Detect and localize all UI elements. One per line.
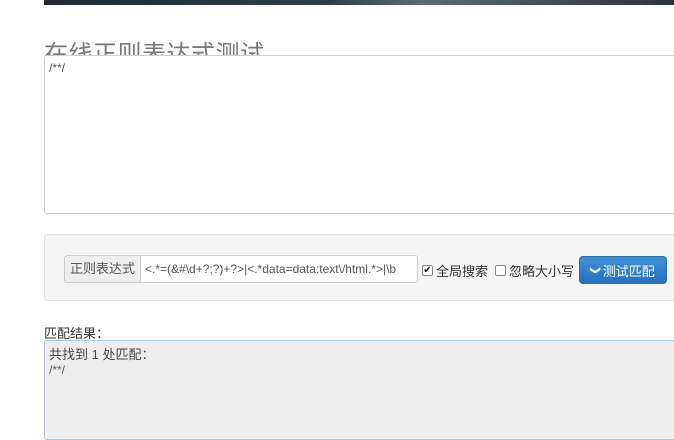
global-search-label: 全局搜索: [436, 264, 489, 279]
match-result-line: /**/: [49, 363, 66, 377]
ignore-case-option[interactable]: 忽略大小写: [495, 261, 574, 280]
chevron-down-icon: ❯: [589, 265, 601, 275]
global-search-checkbox[interactable]: ✔: [422, 265, 433, 276]
test-match-button[interactable]: ❯ 测试匹配: [579, 256, 667, 284]
test-match-label: 测试匹配: [602, 263, 655, 279]
global-search-option[interactable]: ✔ 全局搜索: [422, 261, 488, 280]
ignore-case-checkbox[interactable]: [495, 265, 506, 276]
header-banner-image: [44, 0, 674, 5]
match-count-text: 共找到 1 处匹配：: [49, 347, 155, 362]
regex-label: 正则表达式: [64, 255, 141, 283]
regex-input-group: 正则表达式: [64, 255, 419, 283]
source-text-input[interactable]: /**/: [44, 55, 674, 214]
checkmark-icon: ✔: [423, 264, 432, 276]
regex-control-panel: 正则表达式 ✔ 全局搜索 忽略大小写 ❯ 测试匹配: [44, 234, 674, 301]
match-result-box: 共找到 1 处匹配： /**/: [44, 340, 674, 440]
regex-input[interactable]: [140, 255, 419, 283]
ignore-case-label: 忽略大小写: [509, 264, 575, 279]
